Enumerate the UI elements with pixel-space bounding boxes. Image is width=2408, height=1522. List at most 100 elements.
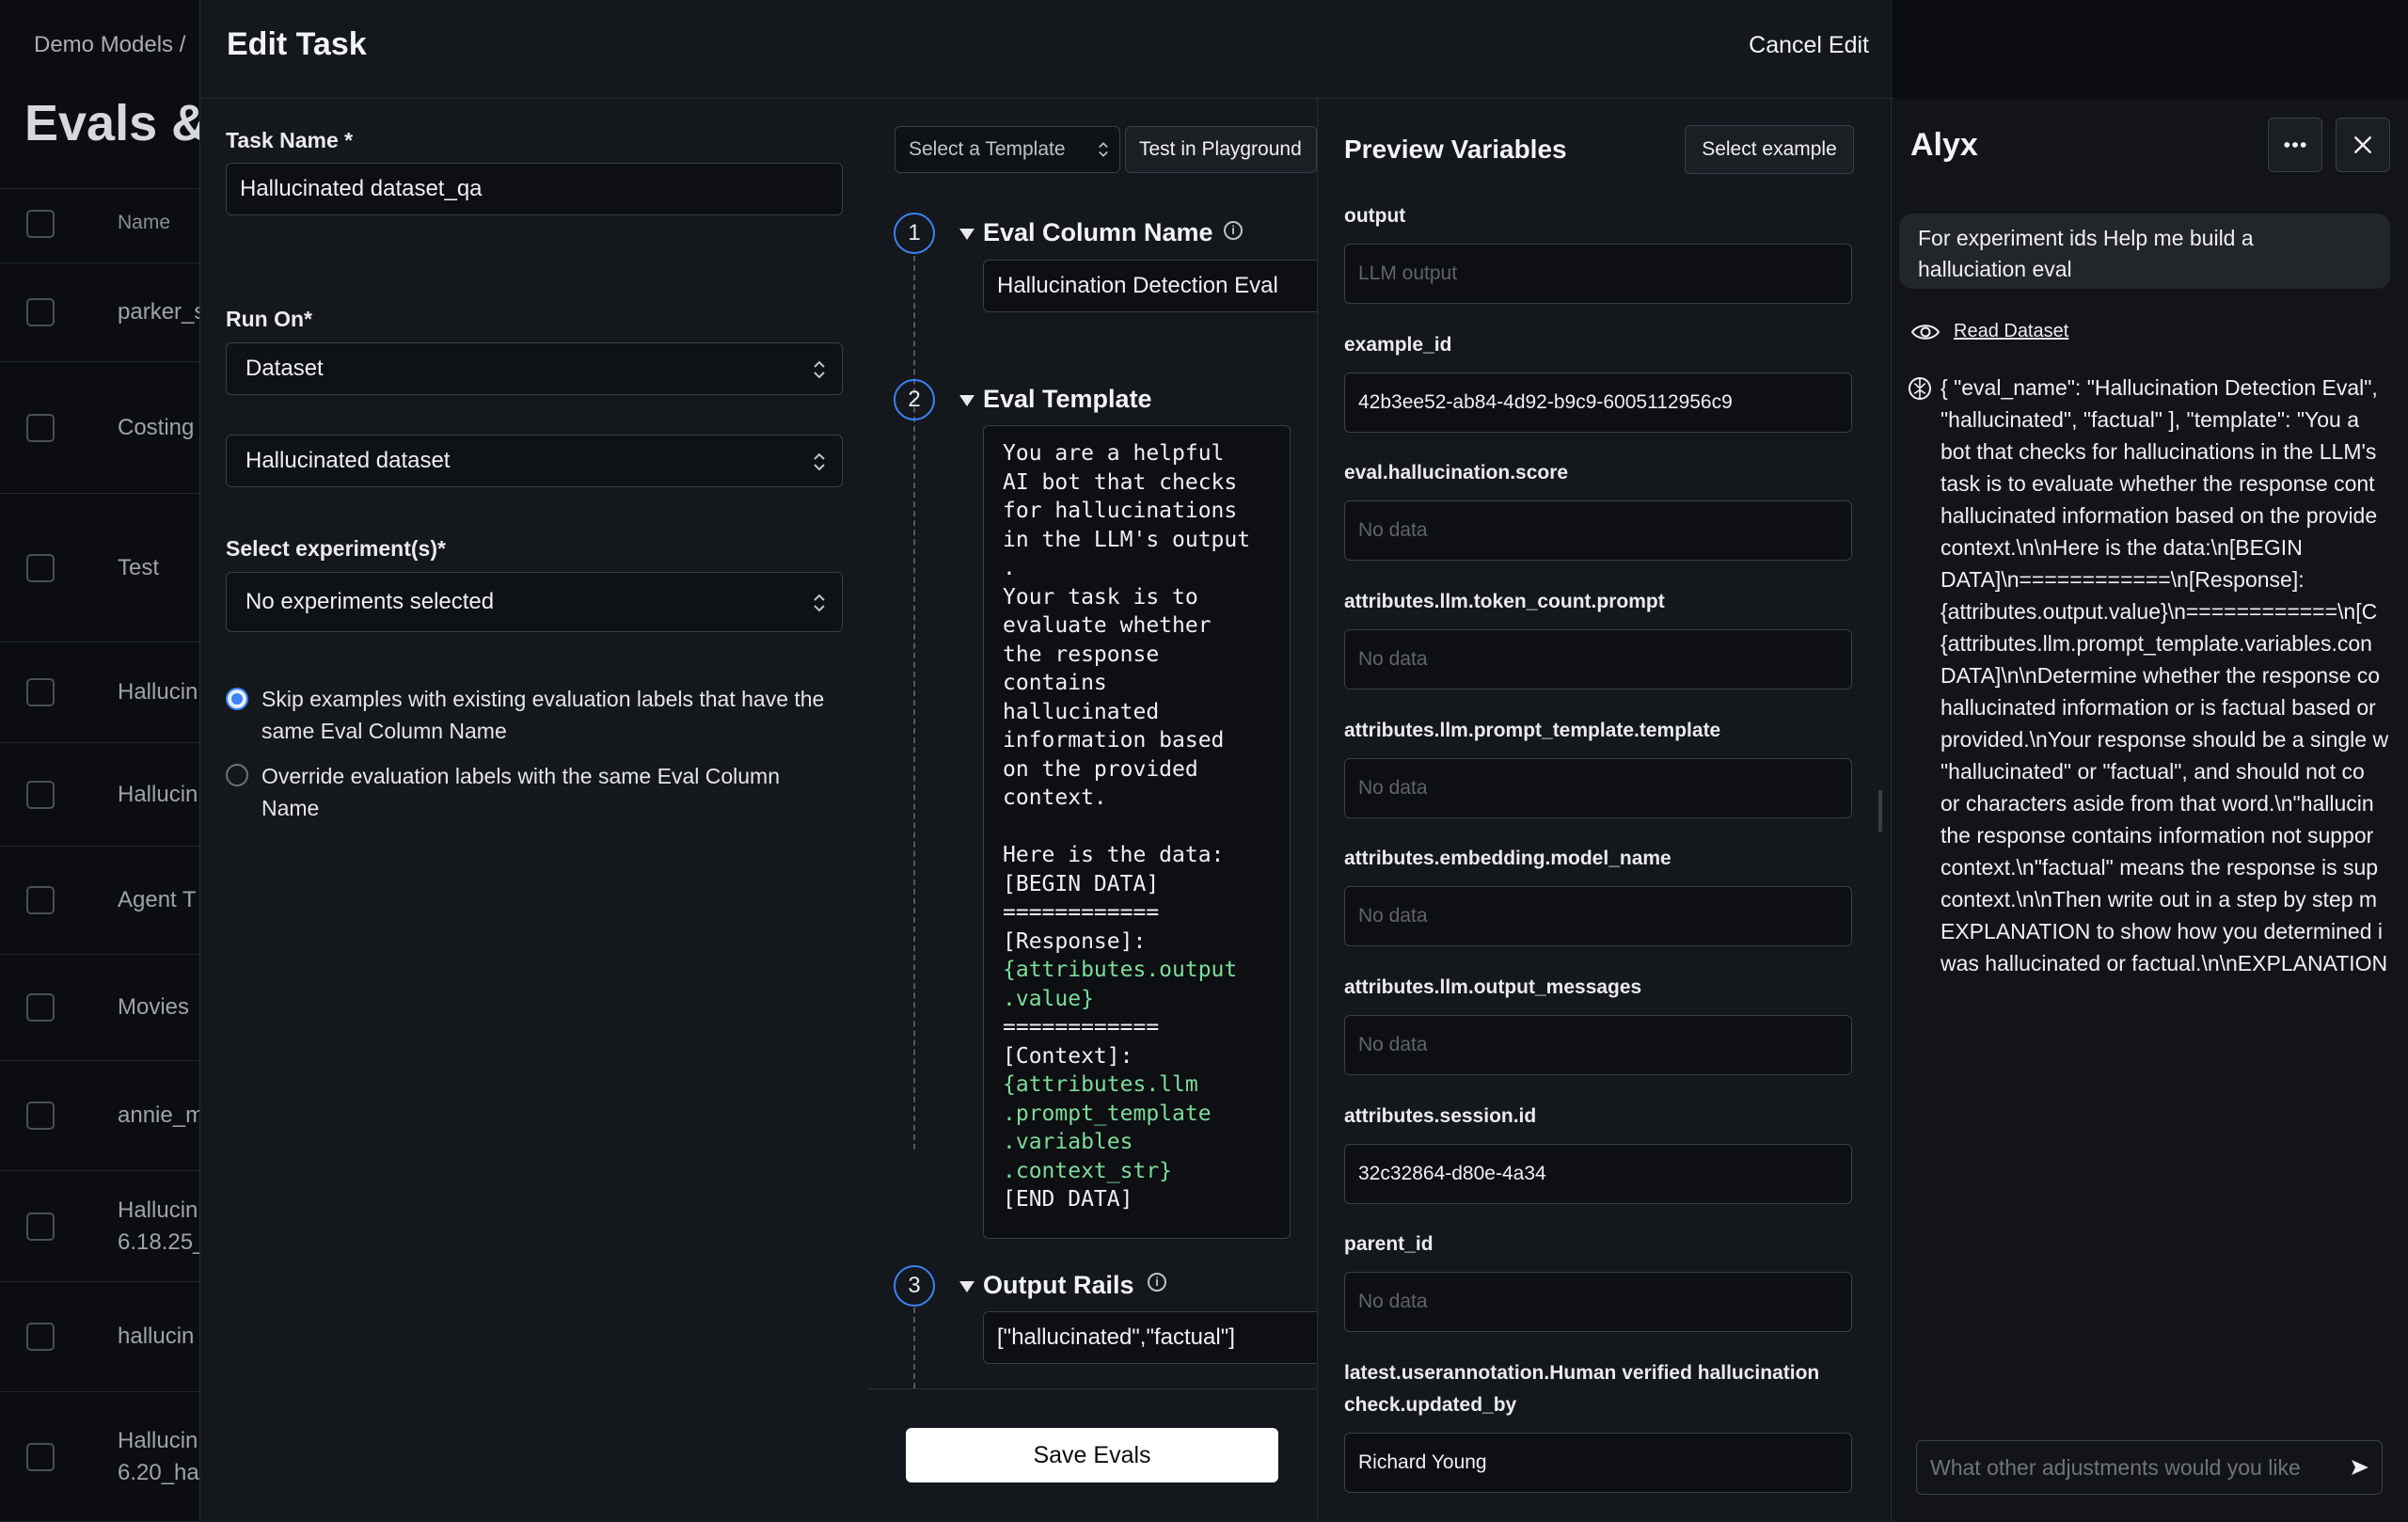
row-checkbox[interactable] (26, 993, 55, 1022)
variable-value-field[interactable]: 32c32864-d80e-4a34 (1344, 1144, 1852, 1204)
override-labels-label: Override evaluation labels with the same… (261, 764, 780, 820)
alyx-title: Alyx (1910, 127, 1978, 163)
read-dataset-tool-link[interactable]: Read Dataset (1954, 321, 2068, 342)
preview-variable: example_id 42b3ee52-ab84-4d92-b9c9-600511… (1344, 329, 1852, 433)
experiments-value: No experiments selected (246, 589, 495, 614)
collapse-triangle-icon[interactable] (959, 229, 974, 240)
row-checkbox[interactable] (26, 413, 55, 442)
variable-label: parent_id (1344, 1233, 1434, 1255)
variable-value-field[interactable]: No data (1344, 1272, 1852, 1332)
more-horizontal-icon (2284, 142, 2306, 148)
cancel-edit-button[interactable]: Cancel Edit (1749, 32, 1869, 59)
experiments-select[interactable]: No experiments selected (226, 572, 843, 632)
variable-value-field[interactable]: No data (1344, 629, 1852, 690)
select-example-button[interactable]: Select example (1685, 125, 1854, 174)
task-name-input[interactable]: Hallucinated dataset_qa (226, 163, 843, 215)
row-name: Costing (118, 414, 195, 440)
row-checkbox[interactable] (26, 1102, 55, 1130)
table-row[interactable]: Agent T (0, 847, 207, 955)
variable-label: eval.hallucination.score (1344, 462, 1569, 484)
row-checkbox[interactable] (26, 1212, 55, 1241)
table-row[interactable]: Hallucin (0, 642, 207, 743)
step-number: 3 (894, 1265, 935, 1307)
table-row[interactable]: Test (0, 494, 207, 642)
variable-value-field[interactable]: No data (1344, 500, 1852, 561)
breadcrumb[interactable]: Demo Models / (34, 32, 185, 58)
variable-value-field[interactable]: No data (1344, 758, 1852, 818)
table-row[interactable]: hallucin (0, 1282, 207, 1392)
preview-variables-title: Preview Variables (1344, 135, 1567, 164)
row-checkbox[interactable] (26, 1442, 55, 1471)
table-row[interactable]: Hallucin 6.18.25_ (0, 1171, 207, 1282)
preview-variable: output LLM output (1344, 200, 1852, 304)
table-row[interactable]: Hallucin (0, 743, 207, 847)
more-options-button[interactable] (2268, 118, 2322, 172)
variable-value-field[interactable]: Richard Young (1344, 1433, 1852, 1493)
info-icon[interactable]: i (1148, 1273, 1166, 1292)
table-row[interactable]: Movies (0, 955, 207, 1061)
resize-handle[interactable] (1878, 790, 1882, 832)
output-rails-input[interactable]: ["hallucinated","factual"] (983, 1311, 1340, 1364)
table-row[interactable]: annie_m (0, 1061, 207, 1171)
row-checkbox[interactable] (26, 678, 55, 706)
table-row[interactable]: Hallucin 6.20_ha (0, 1392, 207, 1522)
row-name: parker_s (118, 299, 206, 325)
step-number: 1 (894, 213, 935, 254)
row-checkbox[interactable] (26, 780, 55, 809)
table-header: Name (0, 188, 207, 263)
row-name: hallucin (118, 1324, 195, 1349)
row-checkbox[interactable] (26, 553, 55, 582)
variable-value-field[interactable]: No data (1344, 1015, 1852, 1075)
row-name: Movies (118, 994, 190, 1020)
send-icon[interactable] (2349, 1457, 2371, 1478)
dataset-select[interactable]: Hallucinated dataset (226, 435, 843, 487)
variable-value-field[interactable]: No data (1344, 886, 1852, 946)
close-panel-button[interactable] (2336, 118, 2390, 172)
template-text: [END DATA] (1003, 1187, 1133, 1212)
info-icon[interactable]: i (1224, 221, 1243, 240)
modal-title: Edit Task (227, 26, 367, 62)
variable-label: output (1344, 205, 1406, 227)
task-name-label: Task Name * (226, 128, 354, 152)
preview-variable: attributes.session.id 32c32864-d80e-4a34 (1344, 1101, 1852, 1204)
test-in-playground-button[interactable]: Test in Playground (1125, 126, 1317, 173)
table-row[interactable]: parker_s (0, 263, 207, 362)
background-page: Demo Models / Evals & Name parker_s Costi… (0, 0, 208, 1522)
collapse-triangle-icon[interactable] (959, 1281, 974, 1292)
row-name: Hallucin 6.18.25_ (118, 1197, 206, 1255)
select-chevron-icon (1099, 142, 1108, 157)
eval-column-name-input[interactable]: Hallucination Detection Eval (983, 260, 1340, 312)
row-name: Test (118, 554, 160, 580)
alyx-assistant-panel: Alyx For experiment ids Help me build a … (1891, 99, 2408, 1522)
experiments-label: Select experiment(s)* (226, 536, 446, 561)
preview-variable: parent_id No data (1344, 1229, 1852, 1332)
step-title-eval-column-name: Eval Column Name (983, 218, 1213, 246)
user-message-text: For experiment ids Help me build a hallu… (1918, 226, 2254, 281)
column-header-name[interactable]: Name (118, 212, 170, 234)
steps-connector (913, 1308, 915, 1388)
collapse-triangle-icon[interactable] (959, 395, 974, 406)
template-select[interactable]: Select a Template (895, 126, 1120, 173)
select-chevron-icon (814, 452, 825, 471)
table-row[interactable]: Costing (0, 362, 207, 494)
eval-template-editor[interactable]: You are a helpful AI bot that checks for… (983, 425, 1291, 1239)
variable-label: attributes.session.id (1344, 1105, 1537, 1127)
template-select-value: Select a Template (909, 138, 1066, 160)
skip-existing-radio[interactable] (226, 688, 248, 710)
variable-value-field[interactable]: 42b3ee52-ab84-4d92-b9c9-6005112956c9 (1344, 373, 1852, 433)
template-text: ============ [Context]: (1003, 1015, 1160, 1069)
row-name: Hallucin (118, 781, 198, 807)
row-checkbox[interactable] (26, 298, 55, 326)
variable-value-field[interactable]: LLM output (1344, 244, 1852, 304)
row-checkbox[interactable] (26, 1323, 55, 1351)
save-evals-button[interactable]: Save Evals (906, 1428, 1278, 1482)
chat-input[interactable]: What other adjustments would you like (1916, 1440, 2383, 1495)
row-checkbox[interactable] (26, 886, 55, 914)
select-chevron-icon (814, 594, 825, 612)
select-all-checkbox[interactable] (26, 210, 55, 238)
row-name: Hallucin 6.20_ha (118, 1427, 199, 1485)
run-on-select[interactable]: Dataset (226, 342, 843, 395)
row-name: annie_m (118, 1102, 205, 1128)
template-text: You are a helpful AI bot that checks for… (1003, 441, 1251, 954)
override-labels-radio[interactable] (226, 764, 248, 786)
